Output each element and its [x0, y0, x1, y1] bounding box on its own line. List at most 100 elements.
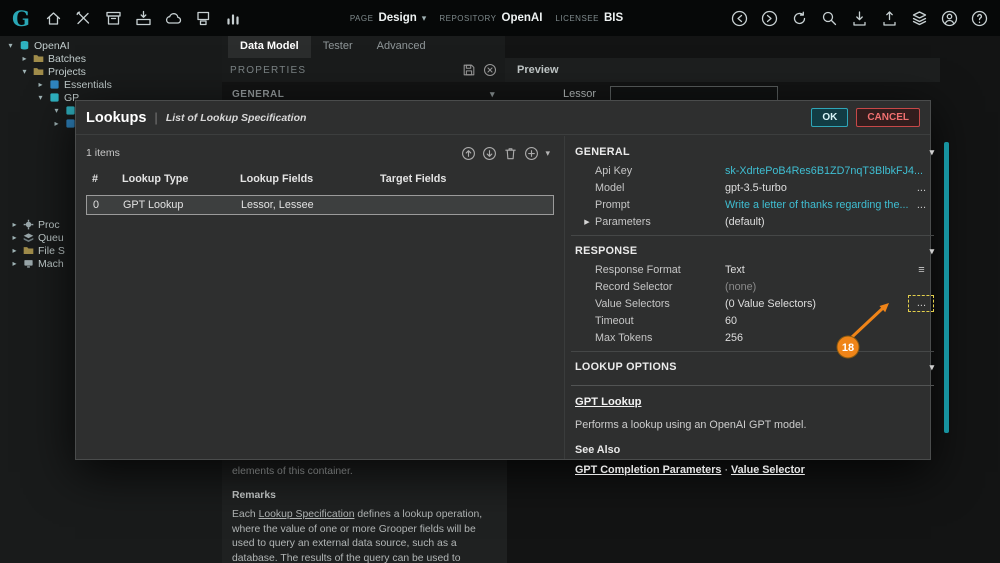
props-scrollbar-thumb[interactable] [944, 142, 950, 433]
ellipsis-button[interactable]: ... [908, 199, 934, 211]
tree-item-openai[interactable]: ▾ OpenAI [0, 39, 222, 52]
expander-icon[interactable]: ▸ [20, 54, 29, 63]
tree-item-label: OpenAI [34, 39, 70, 52]
properties-actions [462, 63, 497, 77]
prop-label: Prompt [595, 198, 630, 211]
content-tabs: Data Model Tester Advanced [222, 36, 505, 58]
prop-label: Record Selector [595, 280, 673, 293]
download-icon[interactable] [851, 10, 868, 27]
devices-icon[interactable] [195, 10, 212, 27]
delete-icon[interactable] [503, 146, 518, 161]
project-icon [50, 80, 59, 89]
tree-item-essentials[interactable]: ▸ Essentials [0, 78, 222, 91]
prop-label: Api Key [595, 164, 633, 177]
move-down-icon[interactable] [482, 146, 497, 161]
items-count: 1 items [86, 147, 120, 159]
back-icon[interactable] [731, 10, 748, 27]
expander-icon[interactable]: ▸ [10, 233, 19, 242]
refresh-icon[interactable] [791, 10, 808, 27]
expander-icon[interactable]: ▾ [52, 106, 61, 115]
preview-panel-header: Preview [505, 58, 940, 82]
column-header-num: # [92, 173, 99, 185]
expander-icon[interactable]: ▸ [10, 259, 19, 268]
dialog-body: 1 items ▾ # Lookup Type Lookup Fields Ta… [76, 136, 950, 476]
lookup-specification-link[interactable]: Lookup Specification [259, 509, 355, 520]
lookup-list-panel: 1 items ▾ # Lookup Type Lookup Fields Ta… [76, 136, 564, 459]
tools-icon[interactable] [75, 10, 92, 27]
prop-row-api-key[interactable]: Api Key sk-XdrtePoB4Res6B1ZD7nqT3BlbkFJ4… [571, 162, 934, 179]
cancel-button[interactable]: CANCEL [856, 108, 920, 127]
tree-item-projects[interactable]: ▾ Projects [0, 65, 222, 78]
value-selectors-ellipsis-button[interactable]: ... [908, 295, 935, 312]
tree-item-batches[interactable]: ▸ Batches [0, 52, 222, 65]
move-up-icon[interactable] [461, 146, 476, 161]
prop-row-parameters[interactable]: ▶ Parameters (default) [571, 213, 934, 230]
expander-icon[interactable]: ▸ [10, 220, 19, 229]
prop-row-timeout[interactable]: Timeout 60 [571, 312, 934, 329]
lookups-dialog: Lookups | List of Lookup Specification O… [75, 100, 950, 476]
home-icon[interactable] [45, 10, 62, 27]
expander-icon[interactable]: ▾ [20, 67, 29, 76]
prop-row-response-format[interactable]: Response Format Text ≡ [571, 261, 934, 278]
machine-icon [24, 260, 33, 268]
value-selector-link[interactable]: Value Selector [731, 464, 805, 476]
folder-icon [33, 55, 44, 62]
gpt-completion-parameters-link[interactable]: GPT Completion Parameters [575, 464, 721, 476]
chevron-down-icon[interactable]: ▾ [930, 246, 935, 257]
licensee-value: BIS [603, 12, 624, 24]
tree-item-label: Mach [38, 257, 64, 270]
help-icon[interactable] [971, 10, 988, 27]
link-separator: · [724, 464, 729, 476]
user-icon[interactable] [941, 10, 958, 27]
import-box-icon[interactable] [135, 10, 152, 27]
ellipsis-button[interactable]: ... [908, 182, 934, 194]
prop-row-model[interactable]: Model gpt-3.5-turbo ... [571, 179, 934, 196]
save-icon[interactable] [462, 63, 476, 77]
prop-row-max-tokens[interactable]: Max Tokens 256 [571, 329, 934, 346]
ok-button[interactable]: OK [811, 108, 849, 127]
expander-icon[interactable]: ▾ [36, 93, 45, 102]
prop-row-value-selectors[interactable]: Value Selectors (0 Value Selectors) ... [571, 295, 935, 312]
page-context-value: Design [378, 12, 417, 24]
chevron-down-icon[interactable]: ▾ [930, 362, 935, 373]
properties-panel-header: PROPERTIES [222, 58, 505, 82]
section-divider [571, 235, 935, 236]
cloud-icon[interactable] [165, 10, 182, 27]
tab-data-model[interactable]: Data Model [228, 36, 311, 58]
expander-icon[interactable]: ▾ [6, 41, 15, 50]
close-circle-icon[interactable] [483, 63, 497, 77]
chart-icon[interactable] [225, 10, 242, 27]
cell-fields: Lessor, Lessee [241, 199, 314, 211]
dialog-buttons: OK CANCEL [811, 108, 920, 127]
forward-icon[interactable] [761, 10, 778, 27]
lookup-table-row[interactable]: 0 GPT Lookup Lessor, Lessee [86, 195, 554, 215]
search-icon[interactable] [821, 10, 838, 27]
chevron-down-icon[interactable]: ▾ [422, 13, 427, 24]
gear-icon [23, 219, 34, 230]
expander-icon[interactable]: ▸ [52, 119, 61, 128]
layers-icon[interactable] [911, 10, 928, 27]
section-response[interactable]: RESPONSE ▾ [571, 241, 934, 261]
page-context[interactable]: PAGE Design ▾ [350, 12, 427, 24]
expander-icon[interactable]: ▸ [10, 246, 19, 255]
prop-row-record-selector[interactable]: Record Selector (none) [571, 278, 934, 295]
tab-advanced[interactable]: Advanced [365, 36, 438, 58]
add-dropdown-icon[interactable]: ▾ [545, 148, 550, 159]
archive-icon[interactable] [105, 10, 122, 27]
tab-tester[interactable]: Tester [311, 36, 365, 58]
prop-row-prompt[interactable]: Prompt Write a letter of thanks regardin… [571, 196, 934, 213]
column-header-fields: Lookup Fields [240, 173, 314, 185]
prop-value: Write a letter of thanks regarding the..… [725, 198, 909, 211]
section-lookup-options[interactable]: LOOKUP OPTIONS ▾ [571, 357, 934, 377]
tree-item-label: Projects [48, 65, 86, 78]
expander-right-icon[interactable]: ▶ [579, 218, 595, 226]
section-general[interactable]: GENERAL ▾ [571, 142, 934, 162]
menu-icon[interactable]: ≡ [908, 264, 934, 276]
add-icon[interactable] [524, 146, 539, 161]
upload-icon[interactable] [881, 10, 898, 27]
expander-icon[interactable]: ▸ [36, 80, 45, 89]
chevron-down-icon[interactable]: ▾ [930, 147, 935, 158]
title-separator: | [154, 110, 158, 125]
tree-item-label: Queu [38, 231, 64, 244]
chevron-down-icon: ▾ [489, 88, 495, 99]
